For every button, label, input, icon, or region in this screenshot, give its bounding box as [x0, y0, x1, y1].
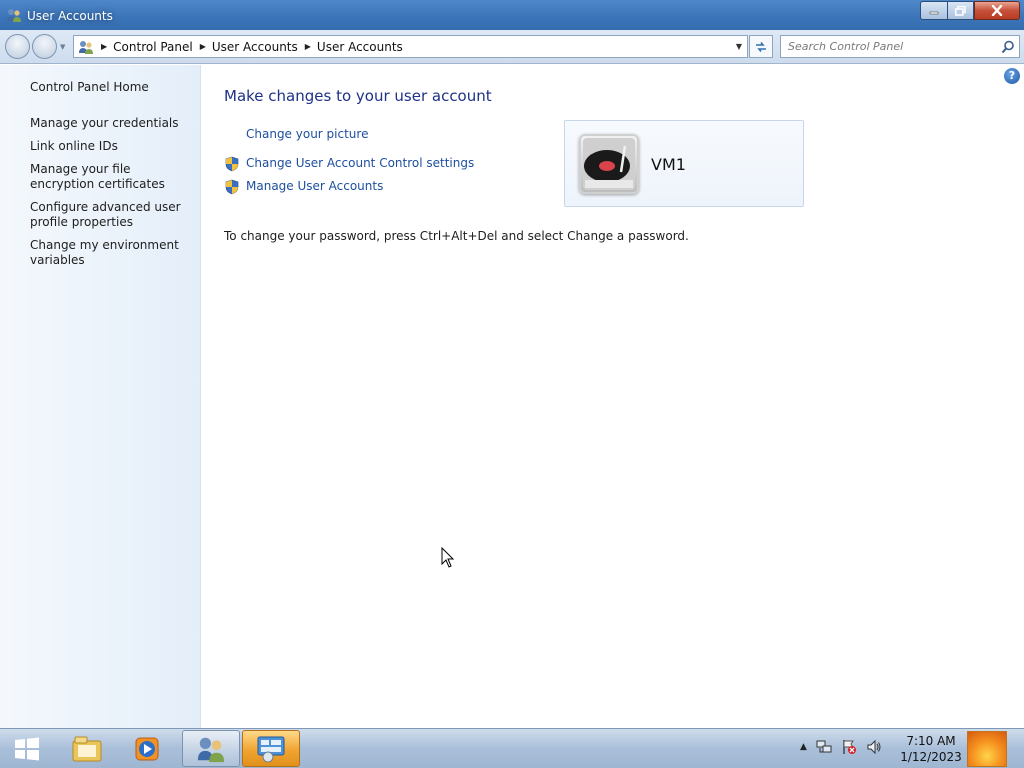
user-accounts-icon	[7, 9, 21, 22]
windows-logo-icon	[15, 737, 39, 761]
uac-shield-icon	[225, 156, 239, 172]
show-hidden-icons-icon[interactable]: ▲	[800, 742, 807, 752]
volume-icon[interactable]	[866, 739, 882, 755]
control-panel-home-link[interactable]: Control Panel Home	[30, 80, 195, 95]
restore-icon	[955, 5, 966, 16]
help-icon[interactable]: ?	[1004, 68, 1020, 84]
window-title: User Accounts	[27, 9, 113, 23]
user-picture	[579, 134, 639, 194]
breadcrumb-control-panel[interactable]: Control Panel	[113, 40, 193, 54]
sidebar-item-manage-credentials[interactable]: Manage your credentials	[30, 116, 195, 131]
close-icon	[991, 5, 1003, 16]
clock-time: 7:10 AM	[906, 734, 956, 748]
show-desktop-button[interactable]	[967, 731, 1007, 767]
breadcrumb-current[interactable]: User Accounts	[317, 40, 403, 54]
user-accounts-icon	[197, 737, 225, 762]
taskbar-media-player-button[interactable]	[118, 730, 176, 767]
breadcrumb-chevron-icon[interactable]: ▶	[200, 42, 206, 51]
close-button[interactable]	[974, 1, 1020, 20]
breadcrumb-chevron-icon[interactable]: ▶	[101, 42, 107, 51]
network-icon[interactable]	[816, 739, 832, 755]
search-box[interactable]	[780, 35, 1020, 58]
forward-button[interactable]	[32, 34, 57, 59]
taskbar: ▲ 7:10 AM 1/12/2023	[0, 728, 1024, 768]
manage-user-accounts-link[interactable]: Manage User Accounts	[246, 179, 383, 193]
maximize-button[interactable]	[947, 1, 974, 20]
user-accounts-icon	[79, 40, 93, 54]
user-name: VM1	[651, 155, 686, 174]
address-dropdown-icon[interactable]: ▼	[736, 42, 742, 51]
breadcrumb-chevron-icon[interactable]: ▶	[305, 42, 311, 51]
sidebar-item-link-online-ids[interactable]: Link online IDs	[30, 139, 195, 154]
system-clock[interactable]: 7:10 AM 1/12/2023	[896, 733, 966, 765]
uac-shield-icon	[225, 179, 239, 195]
address-bar[interactable]: ▶ Control Panel ▶ User Accounts ▶ User A…	[73, 35, 748, 58]
media-player-icon	[135, 737, 159, 760]
taskbar-user-accounts-button[interactable]	[182, 730, 240, 767]
sidebar-item-advanced-user-profile[interactable]: Configure advanced user profile properti…	[30, 200, 195, 230]
main-content: ? Make changes to your user account Chan…	[202, 65, 1024, 728]
change-picture-link[interactable]: Change your picture	[246, 127, 368, 141]
notification-area: ▲	[800, 739, 882, 755]
left-task-pane: Control Panel Home Manage your credentia…	[0, 65, 201, 728]
search-icon[interactable]	[1001, 40, 1015, 54]
recent-pages-chevron-icon[interactable]: ▼	[60, 43, 65, 51]
sidebar-item-environment-variables[interactable]: Change my environment variables	[30, 238, 195, 268]
refresh-icon	[756, 41, 766, 52]
change-uac-settings-link[interactable]: Change User Account Control settings	[246, 156, 474, 170]
search-input[interactable]	[781, 36, 991, 57]
refresh-button[interactable]	[749, 35, 773, 58]
minimize-icon	[929, 11, 939, 14]
navigation-bar: ▼ ▶ Control Panel ▶ User Accounts ▶ User…	[0, 30, 1024, 64]
breadcrumb-user-accounts[interactable]: User Accounts	[212, 40, 298, 54]
windows-explorer-icon	[72, 736, 102, 761]
page-title: Make changes to your user account	[224, 87, 492, 105]
action-center-flag-icon[interactable]	[841, 739, 857, 755]
control-panel-icon	[257, 736, 285, 762]
mouse-cursor-icon	[441, 547, 455, 568]
back-button[interactable]	[5, 34, 30, 59]
taskbar-explorer-button[interactable]	[58, 730, 116, 767]
user-account-tile: VM1	[564, 120, 804, 207]
minimize-button[interactable]	[920, 1, 947, 20]
password-instructions: To change your password, press Ctrl+Alt+…	[224, 229, 689, 243]
turntable-icon	[583, 138, 635, 190]
taskbar-control-panel-button[interactable]	[242, 730, 300, 767]
clock-date: 1/12/2023	[900, 750, 962, 764]
start-button[interactable]	[4, 731, 50, 767]
sidebar-item-file-encryption-certificates[interactable]: Manage your file encryption certificates	[30, 162, 195, 192]
title-bar: User Accounts	[0, 0, 1024, 30]
